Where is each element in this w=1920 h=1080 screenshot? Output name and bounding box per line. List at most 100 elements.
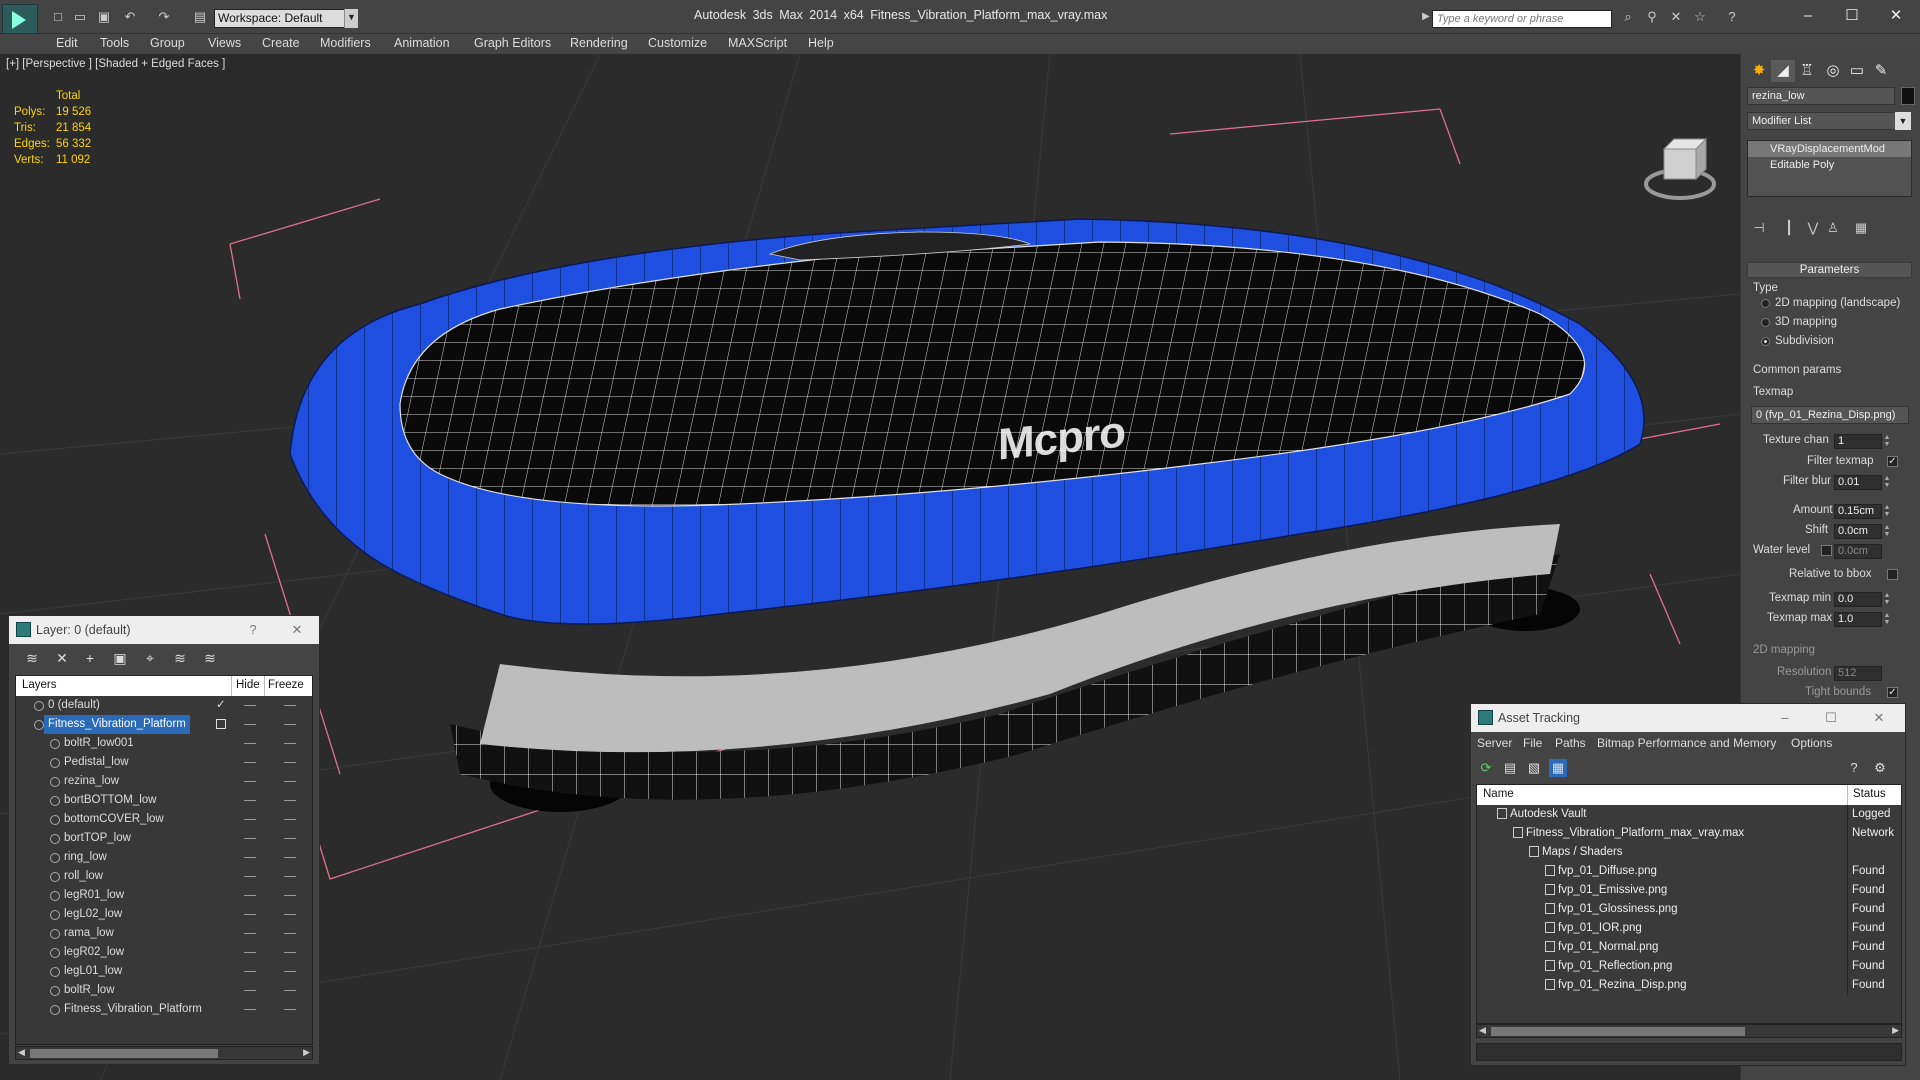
app-logo-icon[interactable] — [2, 4, 38, 34]
menu-rendering[interactable]: Rendering — [570, 36, 628, 50]
filter-texmap-checkbox[interactable]: ✓ — [1887, 456, 1898, 467]
layer-row[interactable]: Fitness_Vibration_Platform — [16, 715, 312, 734]
asset-row[interactable]: fvp_01_Rezina_Disp.png Found — [1477, 976, 1901, 995]
layer-row[interactable]: boltR_low001 — [16, 734, 312, 753]
list-view-icon[interactable]: ▤ — [1501, 759, 1519, 777]
select-objects-icon[interactable]: ▣ — [111, 649, 129, 667]
redo-icon[interactable]: ↷ — [156, 9, 172, 25]
freeze-toggle[interactable] — [284, 762, 296, 763]
delete-layer-icon[interactable]: ✕ — [53, 649, 71, 667]
help-icon[interactable]: ? — [1724, 9, 1740, 25]
freeze-toggle[interactable] — [284, 800, 296, 801]
pin-stack-icon[interactable]: ⊣ — [1751, 220, 1767, 236]
freeze-toggle[interactable] — [284, 857, 296, 858]
horizontal-scrollbar[interactable]: ◀ ▶ — [1476, 1024, 1902, 1038]
spinner-arrows-icon[interactable]: ▲ ▼ — [1882, 504, 1892, 519]
make-unique-icon[interactable]: ⋁ — [1805, 220, 1821, 236]
active-layer-check-icon[interactable]: ✓ — [216, 696, 226, 715]
modify-tab-icon[interactable]: ◢ — [1771, 60, 1795, 82]
freeze-toggle[interactable] — [284, 819, 296, 820]
asset-menu-file[interactable]: File — [1523, 736, 1542, 750]
hide-toggle[interactable] — [244, 933, 256, 934]
asset-menu-paths[interactable]: Paths — [1555, 736, 1586, 750]
stack-item-editable-poly[interactable]: Editable Poly — [1748, 157, 1911, 173]
hide-toggle[interactable] — [244, 838, 256, 839]
utilities-tab-icon[interactable]: ✎ — [1869, 60, 1893, 82]
col-hide[interactable]: Hide — [236, 679, 260, 691]
add-to-layer-icon[interactable]: + — [81, 649, 99, 667]
texmap-button[interactable]: 0 (fvp_01_Rezina_Disp.png) — [1751, 406, 1909, 424]
new-file-icon[interactable]: □ — [50, 9, 66, 25]
layer-row[interactable]: bottomCOVER_low — [16, 810, 312, 829]
layer-create-icon[interactable]: ≋ — [23, 649, 41, 667]
minimize-icon[interactable]: – — [1788, 4, 1828, 28]
asset-row[interactable]: fvp_01_Normal.png Found — [1477, 938, 1901, 957]
freeze-toggle[interactable] — [284, 990, 296, 991]
communication-icon[interactable]: ✕ — [1668, 9, 1684, 25]
freeze-toggle[interactable] — [284, 1009, 296, 1010]
hide-toggle[interactable] — [244, 971, 256, 972]
hierarchy-tab-icon[interactable]: ♖ — [1795, 60, 1819, 82]
hide-toggle[interactable] — [244, 914, 256, 915]
configure-sets-icon[interactable]: ▦ — [1853, 220, 1869, 236]
object-color-swatch[interactable] — [1901, 87, 1915, 105]
layer-row[interactable]: rama_low — [16, 924, 312, 943]
close-icon[interactable]: ✕ — [1876, 4, 1916, 28]
layer-row[interactable]: bortBOTTOM_low — [16, 791, 312, 810]
spinner-arrows-icon[interactable]: ▲ ▼ — [1882, 592, 1892, 607]
freeze-toggle[interactable] — [284, 971, 296, 972]
freeze-toggle[interactable] — [284, 743, 296, 744]
layer-row[interactable]: bortTOP_low — [16, 829, 312, 848]
water-level-checkbox[interactable] — [1821, 545, 1832, 556]
close-icon[interactable]: ✕ — [1869, 709, 1889, 727]
asset-row[interactable]: fvp_01_Reflection.png Found — [1477, 957, 1901, 976]
hide-toggle[interactable] — [244, 800, 256, 801]
layer-row[interactable]: legR01_low — [16, 886, 312, 905]
radio-3d-mapping[interactable] — [1761, 318, 1770, 327]
asset-row[interactable]: Autodesk Vault Logged — [1477, 805, 1901, 824]
chevron-down-icon[interactable]: ▼ — [344, 9, 358, 28]
scroll-right-icon[interactable]: ▶ — [303, 1047, 310, 1058]
amount-spinner[interactable]: 0.15cm — [1834, 504, 1882, 519]
help-icon[interactable]: ? — [1845, 759, 1863, 777]
menu-graph-editors[interactable]: Graph Editors — [474, 36, 551, 50]
table-view-icon[interactable]: ▦ — [1549, 759, 1567, 777]
layer-row[interactable]: boltR_low — [16, 981, 312, 1000]
asset-row[interactable]: fvp_01_IOR.png Found — [1477, 919, 1901, 938]
open-file-icon[interactable]: ▭ — [72, 9, 88, 25]
radio-subdivision[interactable] — [1761, 337, 1770, 346]
modifier-list-dropdown[interactable]: Modifier List — [1747, 112, 1907, 130]
viewport-label[interactable]: [+] [Perspective ] [Shaded + Edged Faces… — [6, 58, 225, 70]
display-tab-icon[interactable]: ▭ — [1845, 60, 1869, 82]
asset-row[interactable]: fvp_01_Glossiness.png Found — [1477, 900, 1901, 919]
menu-create[interactable]: Create — [262, 36, 300, 50]
shift-spinner[interactable]: 0.0cm — [1834, 524, 1882, 539]
menu-modifiers[interactable]: Modifiers — [320, 36, 371, 50]
asset-row[interactable]: fvp_01_Diffuse.png Found — [1477, 862, 1901, 881]
create-tab-icon[interactable]: ✸ — [1747, 60, 1771, 82]
asset-row[interactable]: Maps / Shaders — [1477, 843, 1901, 862]
hide-all-icon[interactable]: ≋ — [171, 649, 189, 667]
menu-customize[interactable]: Customize — [648, 36, 707, 50]
water-level-spinner[interactable]: 0.0cm — [1834, 544, 1882, 559]
undo-icon[interactable]: ↶ — [122, 9, 138, 25]
spinner-arrows-icon[interactable]: ▲ ▼ — [1882, 612, 1892, 627]
scroll-right-icon[interactable]: ▶ — [1892, 1025, 1899, 1036]
maximize-icon[interactable]: ☐ — [1821, 709, 1841, 727]
thumbnail-icon[interactable]: ▧ — [1525, 759, 1543, 777]
modifier-stack[interactable]: VRayDisplacementMod Editable Poly — [1747, 140, 1912, 197]
menu-views[interactable]: Views — [208, 36, 241, 50]
freeze-all-icon[interactable]: ≋ — [201, 649, 219, 667]
asset-menu-bitmap[interactable]: Bitmap Performance and Memory — [1597, 736, 1776, 750]
asset-window-header[interactable]: Asset Tracking – ☐ ✕ — [1471, 704, 1905, 732]
layer-row[interactable]: Fitness_Vibration_Platform — [16, 1000, 312, 1019]
settings-icon[interactable]: ⚙ — [1871, 759, 1889, 777]
scroll-thumb[interactable] — [1491, 1027, 1745, 1036]
layer-row[interactable]: legL02_low — [16, 905, 312, 924]
resolution-spinner[interactable]: 512 — [1834, 666, 1882, 681]
set-current-layer-icon[interactable] — [216, 719, 226, 729]
hide-toggle[interactable] — [244, 819, 256, 820]
hide-toggle[interactable] — [244, 781, 256, 782]
hide-toggle[interactable] — [244, 990, 256, 991]
relative-bbox-checkbox[interactable] — [1887, 569, 1898, 580]
